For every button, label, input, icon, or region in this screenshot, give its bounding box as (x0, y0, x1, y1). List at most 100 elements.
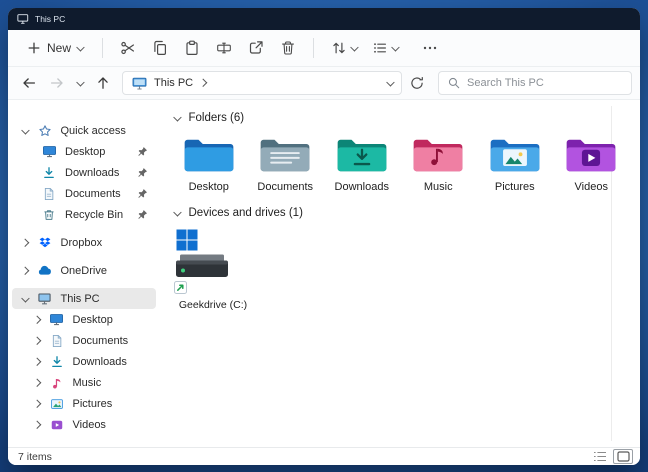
sidebar-item-label: Dropbox (61, 237, 103, 249)
view-toggles (590, 449, 633, 464)
pin-icon (137, 209, 148, 220)
search-box[interactable] (438, 71, 632, 95)
toolbar-separator (313, 38, 314, 58)
chevron-right-icon[interactable] (199, 79, 207, 87)
chevron-down-icon[interactable] (22, 126, 30, 134)
paste-icon (184, 40, 200, 56)
up-button[interactable] (90, 70, 116, 96)
section-header-devices[interactable]: Devices and drives (1) (174, 207, 626, 219)
sidebar-item-pc-music[interactable]: Music (12, 372, 156, 393)
refresh-button[interactable] (404, 70, 430, 96)
paste-button[interactable] (177, 34, 207, 62)
downloads-icon (49, 354, 65, 370)
search-input[interactable] (467, 77, 623, 89)
folder-tile-desktop[interactable]: Desktop (174, 134, 244, 193)
new-button-label: New (47, 41, 71, 55)
icons-view-button[interactable] (613, 449, 633, 464)
sidebar-item-pc-downloads[interactable]: Downloads (12, 351, 156, 372)
details-view-button[interactable] (590, 449, 610, 464)
sidebar-item-pc-pictures[interactable]: Pictures (12, 393, 156, 414)
chevron-down-icon[interactable] (174, 208, 182, 216)
folder-tile-downloads[interactable]: Downloads (327, 134, 397, 193)
sidebar-item-qa-desktop[interactable]: Desktop (12, 141, 156, 162)
chevron-right-icon[interactable] (33, 358, 41, 366)
sidebar-item-this-pc[interactable]: This PC (12, 288, 156, 309)
title-bar[interactable]: This PC (8, 8, 640, 30)
sidebar-item-pc-documents[interactable]: Documents (12, 330, 156, 351)
sidebar-item-onedrive[interactable]: OneDrive (12, 260, 156, 281)
chevron-down-icon (392, 43, 400, 51)
new-button[interactable]: New (18, 36, 92, 60)
sidebar-item-label: Downloads (73, 356, 127, 368)
view-button[interactable] (365, 34, 405, 62)
chevron-down-icon[interactable] (174, 113, 182, 121)
chevron-down-icon (77, 43, 85, 51)
sidebar-item-pc-videos[interactable]: Videos (12, 414, 156, 435)
more-options-button[interactable] (415, 34, 445, 62)
chevron-right-icon[interactable] (33, 421, 41, 429)
sidebar-item-label: Music (73, 377, 102, 389)
windows-logo-icon (176, 229, 198, 251)
delete-button[interactable] (273, 34, 303, 62)
drive-label: Geekdrive (C:) (174, 299, 252, 311)
sidebar-item-pc-desktop[interactable]: Desktop (12, 309, 156, 330)
chevron-right-icon[interactable] (33, 316, 41, 324)
desktop-background: This PC New (0, 0, 648, 472)
sort-icon (331, 40, 347, 56)
forward-button[interactable] (44, 70, 70, 96)
folder-tile-pictures[interactable]: Pictures (480, 134, 550, 193)
chevron-down-icon[interactable] (22, 294, 30, 302)
content-pane: Folders (6) Desktop (160, 100, 640, 447)
sidebar-item-qa-downloads[interactable]: Downloads (12, 162, 156, 183)
share-button[interactable] (241, 34, 271, 62)
toolbar-separator (102, 38, 103, 58)
command-bar: New (8, 30, 640, 67)
chevron-down-icon (77, 78, 85, 86)
section-title: Folders (6) (189, 112, 245, 124)
onedrive-cloud-icon (37, 263, 53, 279)
sort-button[interactable] (324, 34, 364, 62)
documents-icon (41, 186, 57, 202)
folder-tile-videos[interactable]: Videos (557, 134, 627, 193)
sidebar-item-label: Pictures (73, 398, 113, 410)
folder-tile-documents[interactable]: Documents (251, 134, 321, 193)
section-header-folders[interactable]: Folders (6) (174, 112, 626, 124)
chevron-right-icon[interactable] (21, 239, 29, 247)
search-icon (447, 76, 461, 90)
rename-button[interactable] (209, 34, 239, 62)
chevron-right-icon[interactable] (21, 267, 29, 275)
hard-drive-icon (174, 253, 230, 279)
sidebar-item-recycle-bin[interactable]: Recycle Bin (12, 204, 156, 225)
address-dropdown-icon[interactable] (386, 78, 394, 86)
address-bar[interactable]: This PC (122, 71, 402, 95)
star-icon (37, 123, 53, 139)
folder-tile-music[interactable]: Music (404, 134, 474, 193)
sidebar-item-qa-documents[interactable]: Documents (12, 183, 156, 204)
recent-locations-button[interactable] (72, 70, 88, 96)
pin-icon (137, 146, 148, 157)
folder-label: Pictures (495, 181, 535, 193)
sidebar-item-dropbox[interactable]: Dropbox (12, 232, 156, 253)
chevron-right-icon[interactable] (33, 400, 41, 408)
folder-videos-icon (564, 134, 618, 176)
this-pc-icon (37, 291, 53, 307)
chevron-right-icon[interactable] (33, 337, 41, 345)
chevron-right-icon[interactable] (33, 379, 41, 387)
delete-icon (280, 40, 296, 56)
cut-button[interactable] (113, 34, 143, 62)
sidebar-item-quick-access[interactable]: Quick access (12, 120, 156, 141)
copy-button[interactable] (145, 34, 175, 62)
drive-tile-geekdrive[interactable]: Geekdrive (C:) (174, 229, 252, 311)
desktop-icon (49, 312, 65, 328)
recycle-bin-icon (41, 207, 57, 223)
videos-icon (49, 417, 65, 433)
window-pc-icon (17, 13, 29, 25)
pin-icon (137, 167, 148, 178)
breadcrumb-location[interactable]: This PC (154, 77, 193, 89)
music-note-icon (49, 375, 65, 391)
this-pc-icon (132, 77, 147, 90)
chevron-down-icon (350, 43, 358, 51)
back-button[interactable] (16, 70, 42, 96)
documents-icon (49, 333, 65, 349)
navigation-bar: This PC (8, 67, 640, 100)
